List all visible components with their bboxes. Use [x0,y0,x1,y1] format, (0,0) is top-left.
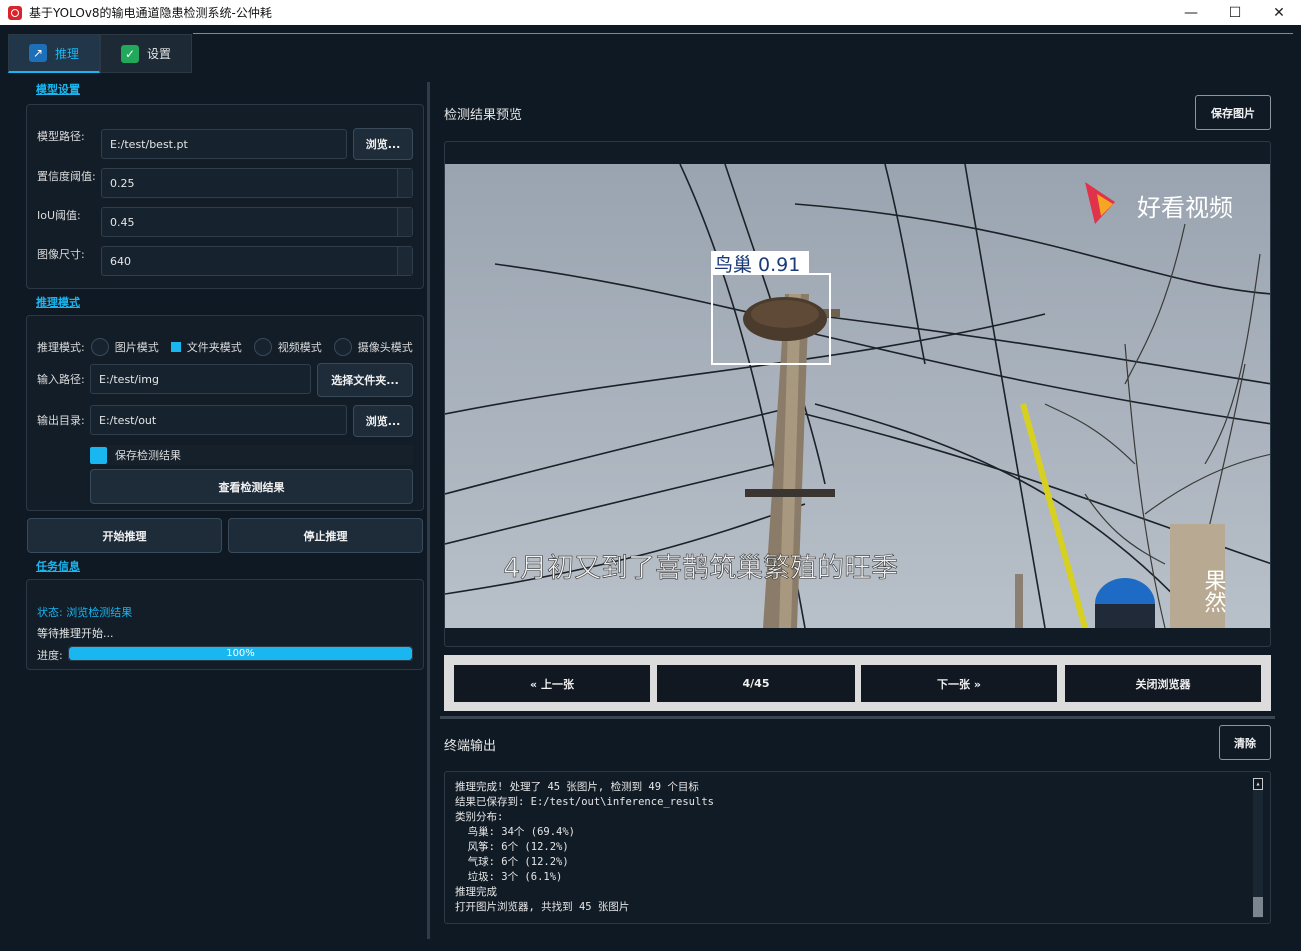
input-path-input[interactable]: E:/test/img [90,364,311,394]
output-browse-button[interactable]: 浏览... [353,405,413,437]
detection-image: 鸟巢 0.91 好看视频 4月初又到了喜鹊筑巢繁殖的旺季 果然 [445,164,1270,628]
iou-threshold-label: IoU阈值: [37,209,81,222]
main-tabs: ↗ 推理 ✓ 设置 [8,34,192,73]
scrollbar-thumb[interactable] [1253,897,1263,917]
close-window-button[interactable]: ✕ [1257,0,1301,25]
terminal-line: 推理完成 [455,886,497,898]
action-buttons: 开始推理 停止推理 [26,518,424,554]
vertical-splitter[interactable] [440,716,1275,719]
terminal-line: 风筝: 6个 (12.2%) [455,841,569,853]
folder-mode-label: 文件夹模式 [186,341,242,354]
terminal-line: 垃圾: 3个 (6.1%) [455,871,563,883]
output-dir-input[interactable]: E:/test/out [90,405,347,435]
terminal-line: 打开图片浏览器, 共找到 45 张图片 [455,901,630,913]
image-size-label: 图像尺寸: [37,248,85,261]
model-section-title: 模型设置 [36,83,80,96]
conf-threshold-label: 置信度阈值: [37,170,96,183]
image-size-spinbox[interactable]: 640 [101,246,413,276]
terminal-line: 推理完成! 处理了 45 张图片, 检测到 49 个目标 [455,781,699,793]
output-dir-label: 输出目录: [37,414,85,427]
terminal-line: 鸟巢: 34个 (69.4%) [455,826,576,838]
close-browser-button[interactable]: 关闭浏览器 [1065,665,1261,702]
stop-inference-button[interactable]: 停止推理 [228,518,423,553]
clear-terminal-button[interactable]: 清除 [1219,725,1271,760]
video-subtitle: 4月初又到了喜鹊筑巢繁殖的旺季 [503,553,898,584]
save-results-label: 保存检测结果 [115,449,181,462]
image-mode-label: 图片模式 [114,341,159,354]
terminal-title: 终端输出 [444,739,497,754]
radio-camera-mode[interactable] [333,338,352,356]
camera-mode-label: 摄像头模式 [357,341,413,354]
tab-settings[interactable]: ✓ 设置 [100,34,192,73]
minimize-button[interactable]: — [1169,0,1213,25]
select-folder-button[interactable]: 选择文件夹... [317,363,413,397]
status-text: 状态: 浏览检测结果 [37,606,133,619]
progress-label: 进度: [37,649,63,662]
radio-folder-mode[interactable] [170,342,181,352]
image-navigator: « 上一张 4/45 下一张 » 关闭浏览器 [444,655,1271,711]
mode-label: 推理模式: [37,341,85,354]
radio-image-mode[interactable] [90,338,109,356]
image-counter: 4/45 [657,665,855,702]
preview-area: 鸟巢 0.91 好看视频 4月初又到了喜鹊筑巢繁殖的旺季 果然 [444,141,1271,647]
start-inference-button[interactable]: 开始推理 [27,518,222,553]
title-bar: 基于YOLOv8的输电通道隐患检测系统-公仲耗 — ☐ ✕ [0,0,1301,25]
task-message: 等待推理开始... [37,627,114,640]
corner-mark: 果然 [1201,569,1227,613]
inference-mode-group: 推理模式: 图片模式 文件夹模式 视频模式 摄像头模式 输入路径: E:/tes… [26,315,424,511]
iou-threshold-spinbox[interactable]: 0.45 [101,207,413,237]
model-browse-button[interactable]: 浏览... [353,128,413,160]
model-settings-group: 模型路径: E:/test/best.pt 浏览... 置信度阈值: 0.25 … [26,104,424,289]
progress-bar: 100% [68,646,413,661]
prev-image-button[interactable]: « 上一张 [454,665,650,702]
panel-splitter[interactable] [427,82,430,939]
task-section-title: 任务信息 [36,560,80,573]
model-path-label: 模型路径: [37,130,85,143]
mode-section-title: 推理模式 [36,296,80,309]
watermark-text: 好看视频 [1137,194,1233,222]
tab-settings-label: 设置 [146,47,171,61]
video-mode-label: 视频模式 [277,341,322,354]
save-image-button[interactable]: 保存图片 [1195,95,1271,130]
terminal-line: 类别分布: [455,811,504,823]
scroll-up-icon[interactable]: ▴ [1253,778,1263,790]
tab-inference[interactable]: ↗ 推理 [8,34,100,73]
terminal-line: 结果已保存到: E:/test/out\inference_results [455,796,714,808]
task-info-group: 状态: 浏览检测结果 等待推理开始... 进度: 100% [26,579,424,670]
chart-icon: ↗ [28,44,47,62]
app-logo-icon [8,5,22,20]
detection-label: 鸟巢 0.91 [714,254,800,276]
window-controls: — ☐ ✕ [1169,0,1301,25]
maximize-button[interactable]: ☐ [1213,0,1257,25]
tab-divider [193,33,1293,34]
terminal-output[interactable]: 推理完成! 处理了 45 张图片, 检测到 49 个目标 结果已保存到: E:/… [444,771,1271,924]
next-image-button[interactable]: 下一张 » [861,665,1057,702]
model-path-input[interactable]: E:/test/best.pt [101,129,347,159]
terminal-line: 气球: 6个 (12.2%) [455,856,569,868]
window-title: 基于YOLOv8的输电通道隐患检测系统-公仲耗 [29,6,272,20]
radio-video-mode[interactable] [253,338,272,356]
view-results-button[interactable]: 查看检测结果 [90,469,413,504]
input-path-label: 输入路径: [37,373,85,386]
save-results-checkbox[interactable] [90,446,107,464]
preview-title: 检测结果预览 [444,108,523,123]
tab-inference-label: 推理 [54,46,79,61]
check-icon: ✓ [120,44,139,63]
left-panel: 模型设置 模型路径: E:/test/best.pt 浏览... 置信度阈值: … [26,82,424,670]
conf-threshold-spinbox[interactable]: 0.25 [101,168,413,198]
progress-percent: 100% [226,648,255,659]
